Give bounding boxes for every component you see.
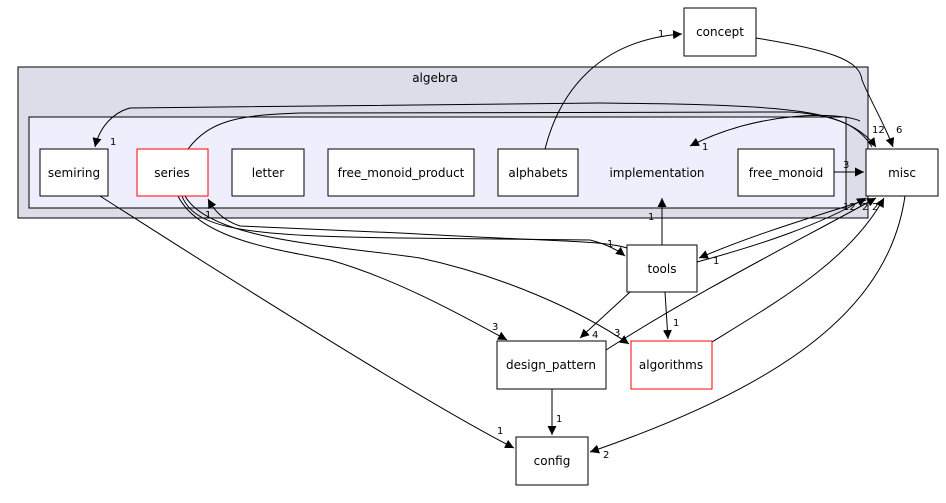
svg-text:series: series [154, 166, 190, 180]
edge-label: 3 [843, 160, 849, 171]
node-concept[interactable]: concept [683, 7, 757, 57]
edge-algorithms-misc [711, 197, 885, 343]
svg-text:design_pattern: design_pattern [506, 358, 596, 372]
svg-text:letter: letter [252, 166, 285, 180]
node-tools[interactable]: tools [626, 244, 698, 293]
edge-label: 2 [872, 202, 878, 213]
edge-label: 1 [648, 212, 654, 223]
edge-label: 12 [843, 202, 856, 213]
edge-label: 1 [205, 210, 211, 221]
edge-tools-algorithms [662, 291, 672, 340]
svg-text:config: config [534, 454, 571, 468]
edge-label: 1 [713, 256, 719, 267]
svg-text:free_monoid: free_monoid [749, 166, 824, 180]
edge-label: 3 [614, 328, 620, 339]
edge-label: 6 [896, 125, 902, 136]
node-algorithms[interactable]: algorithms [630, 340, 713, 390]
edge-label: 2 [603, 450, 609, 461]
edge-tools-design_pattern [579, 291, 631, 339]
edge-label: 1 [556, 414, 562, 425]
node-free-monoid-product[interactable]: free_monoid_product [327, 148, 475, 197]
svg-text:implementation: implementation [609, 166, 704, 180]
edge-label: 3 [492, 322, 498, 333]
node-misc[interactable]: misc [865, 148, 939, 197]
edge-label: 4 [592, 330, 598, 341]
edge-label: 1 [673, 318, 679, 329]
svg-text:concept: concept [696, 25, 744, 39]
edge-semiring-config [99, 195, 515, 449]
edge-label: 1 [497, 426, 503, 437]
svg-text:alphabets: alphabets [508, 166, 567, 180]
node-letter[interactable]: letter [231, 148, 305, 197]
edge-label: 2 [862, 202, 868, 213]
edge-label: 1 [607, 239, 613, 250]
edge-label: 12 [872, 125, 885, 136]
svg-text:misc: misc [888, 166, 916, 180]
svg-text:free_monoid_product: free_monoid_product [338, 166, 465, 180]
node-alphabets[interactable]: alphabets [497, 148, 579, 197]
edge-label: 1 [702, 142, 708, 153]
svg-text:tools: tools [648, 262, 677, 276]
svg-text:algorithms: algorithms [639, 358, 703, 372]
edge-label: 1 [658, 29, 664, 40]
node-free-monoid[interactable]: free_monoid [737, 148, 835, 197]
node-design-pattern[interactable]: design_pattern [496, 340, 607, 390]
dependency-graph: algebra 1 6 12 1 1 3 1 1 1 1 12 2 2 3 4 … [0, 0, 946, 503]
node-series[interactable]: series [136, 148, 209, 197]
cluster-label: algebra [412, 71, 458, 85]
edge-label: 1 [110, 137, 116, 148]
node-config[interactable]: config [515, 436, 589, 486]
svg-text:semiring: semiring [48, 166, 100, 180]
node-semiring[interactable]: semiring [39, 148, 109, 197]
node-implementation[interactable]: implementation [609, 166, 704, 180]
graph-canvas: algebra 1 6 12 1 1 3 1 1 1 1 12 2 2 3 4 … [17, 7, 939, 486]
